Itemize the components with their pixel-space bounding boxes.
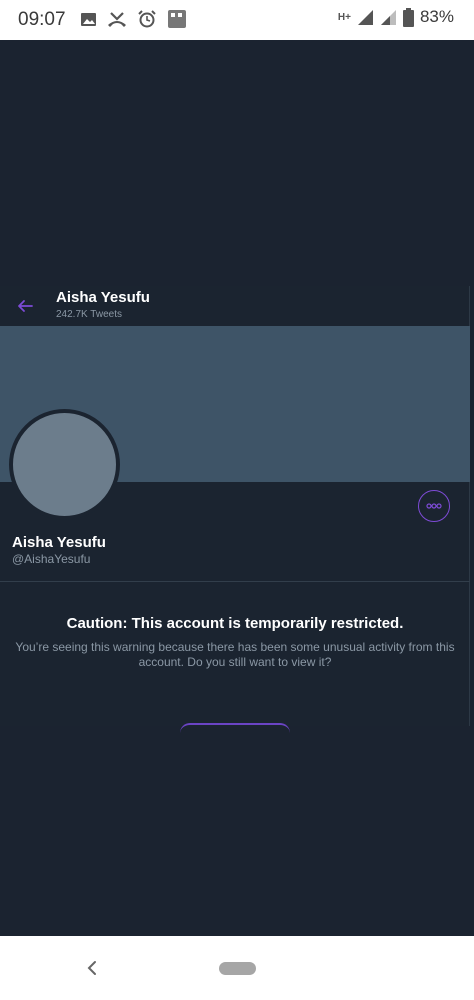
image-icon [81,12,96,26]
navigation-bar [0,936,474,1000]
view-profile-button[interactable] [180,723,290,733]
back-button[interactable] [12,293,38,319]
network-type: H+ [337,11,351,23]
signal-icon [357,9,373,25]
avatar[interactable] [9,409,120,520]
back-arrow-icon [18,300,33,312]
profile-header: Aisha Yesufu 242.7K Tweets [0,286,470,326]
header-title: Aisha Yesufu [56,289,150,306]
caution-title: Caution: This account is temporarily res… [66,615,404,632]
nav-back-button[interactable] [80,956,104,980]
status-time: 09:07 [18,9,66,30]
more-options-button[interactable] [418,490,450,522]
alarm-icon [138,10,156,28]
profile-name: Aisha Yesufu [12,534,106,551]
profile-handle: @AishaYesufu [12,552,91,566]
status-bar: 09:07 H+ 83% [0,0,474,40]
divider [0,581,470,582]
profile-card: Aisha Yesufu 242.7K Tweets Aisha Yesufu … [0,286,470,726]
battery-level: 83% [419,7,454,26]
app-grid-icon [168,10,186,28]
tweet-count: 242.7K Tweets [56,309,122,320]
signal-weak-icon [380,9,396,25]
system-icons: H+ 83% [338,7,454,27]
nav-home-button[interactable] [219,962,256,975]
chevron-left-icon [87,961,96,975]
caution-text: You’re seeing this warning because there… [15,640,455,669]
more-icon [426,503,442,509]
notification-icons [80,9,187,29]
missed-call-icon [108,11,126,27]
battery-icon [402,7,414,27]
main-content: Aisha Yesufu 242.7K Tweets Aisha Yesufu … [0,40,474,936]
